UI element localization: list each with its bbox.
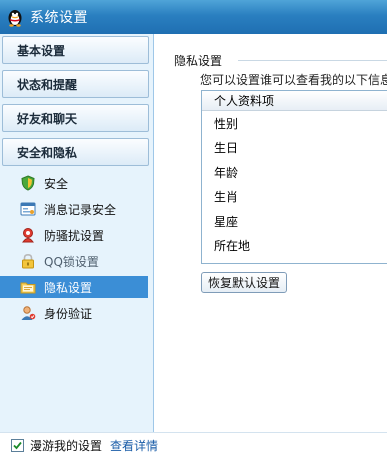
category-label: 好友和聊天 — [17, 111, 78, 126]
list-header[interactable]: 个人资料项 — [202, 91, 387, 111]
sidebar-item-label: 防骚扰设置 — [44, 228, 105, 243]
shield-icon — [21, 175, 35, 191]
list-item[interactable]: 所在地 — [202, 234, 387, 259]
list-item-label: 星座 — [214, 214, 239, 229]
list-item[interactable]: 生肖 — [202, 185, 387, 210]
list-item[interactable]: 性别 — [202, 111, 387, 136]
category-security-privacy[interactable]: 安全和隐私 — [2, 138, 149, 166]
category-label: 基本设置 — [17, 43, 66, 58]
sidebar-item-label: 身份验证 — [44, 306, 93, 321]
list-header-label: 个人资料项 — [214, 94, 275, 108]
sidebar-item-privacy[interactable]: 隐私设置 — [0, 276, 148, 298]
message-record-icon — [20, 202, 36, 216]
list-item[interactable]: 生日 — [202, 136, 387, 161]
list-item-label: 生肖 — [214, 190, 239, 205]
lock-icon — [22, 253, 34, 269]
sidebar-item-qq-lock[interactable]: QQ锁设置 — [0, 250, 148, 272]
roaming-settings-checkbox[interactable] — [11, 438, 24, 452]
sidebar-item-security[interactable]: 安全 — [0, 172, 148, 194]
privacy-description: 您可以设置谁可以查看我的以下信息 — [200, 73, 387, 87]
bottom-bar: 漫游我的设置 查看详情 — [0, 432, 387, 457]
identity-verify-icon — [21, 306, 36, 320]
sidebar-item-identity-verification[interactable]: 身份验证 — [0, 302, 148, 324]
sidebar-item-label: QQ锁设置 — [44, 254, 99, 269]
list-item-label: 所在地 — [214, 239, 251, 254]
anti-harassment-icon — [22, 228, 34, 243]
category-basic-settings[interactable]: 基本设置 — [2, 36, 149, 64]
section-title: 隐私设置 — [174, 54, 223, 68]
list-item[interactable]: 年龄 — [202, 160, 387, 185]
sidebar-item-label: 消息记录安全 — [44, 202, 117, 217]
roaming-settings-label[interactable]: 漫游我的设置 — [30, 437, 102, 454]
section-divider — [238, 60, 387, 61]
sidebar-item-label: 安全 — [44, 176, 69, 191]
list-item[interactable]: 星座 — [202, 209, 387, 234]
list-item-label: 年龄 — [214, 165, 239, 180]
sidebar-item-label: 隐私设置 — [44, 280, 93, 295]
window-title: 系统设置 — [30, 10, 88, 26]
privacy-folder-icon — [20, 282, 36, 294]
list-item-label: 生日 — [214, 141, 239, 156]
privacy-settings-panel: 隐私设置 您可以设置谁可以查看我的以下信息 个人资料项 性别 生日 年龄 生肖 … — [154, 34, 387, 432]
profile-items-list[interactable]: 个人资料项 性别 生日 年龄 生肖 星座 所在地 — [201, 90, 387, 264]
settings-sidebar: 基本设置 状态和提醒 好友和聊天 安全和隐私 安全 消息记录安全 防骚扰设置 Q… — [0, 34, 154, 432]
check-icon — [13, 441, 22, 449]
title-bar[interactable]: 系统设置 — [0, 0, 387, 34]
qq-penguin-icon — [8, 10, 22, 27]
view-details-link[interactable]: 查看详情 — [110, 437, 158, 454]
category-label: 状态和提醒 — [17, 77, 78, 92]
category-label: 安全和隐私 — [17, 145, 78, 160]
sidebar-item-message-record-security[interactable]: 消息记录安全 — [0, 198, 148, 220]
sidebar-item-anti-harassment[interactable]: 防骚扰设置 — [0, 224, 148, 246]
category-friends-chat[interactable]: 好友和聊天 — [2, 104, 149, 132]
list-item-label: 性别 — [214, 116, 239, 131]
restore-defaults-button[interactable]: 恢复默认设置 — [201, 272, 287, 293]
category-status-reminders[interactable]: 状态和提醒 — [2, 70, 149, 98]
